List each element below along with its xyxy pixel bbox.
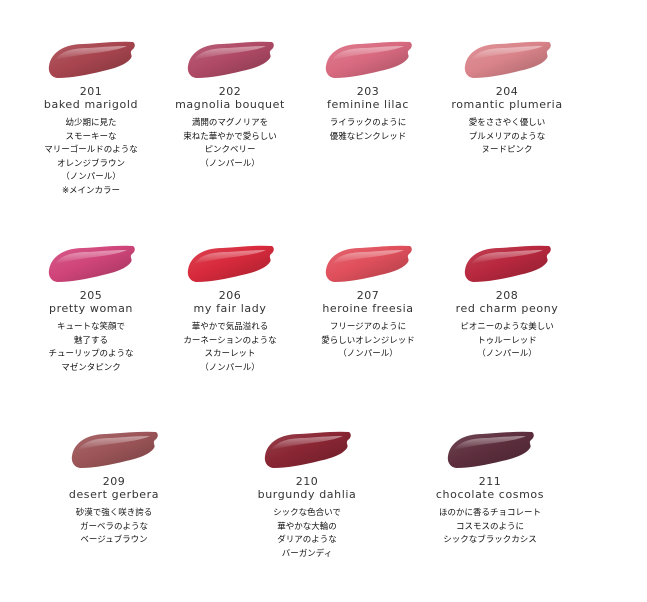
shade-name: feminine lilac [326, 98, 410, 111]
description-line: ヌードピンク [481, 145, 533, 155]
description-line: キュートな笑顔で [56, 322, 125, 332]
shade-code: 205 [79, 289, 103, 302]
shade-item-211: 211 chocolate cosmos ほのかに香るチョコレート コスモスのようにシ… [420, 428, 560, 548]
description-line: 優雅なピンクレッド [329, 131, 407, 142]
description-line: 幼少期に見た [65, 118, 117, 128]
shade-description: 愛をささやく優しい プルメリアのような ヌードピンク [437, 117, 577, 158]
description-line: カーネーションのような [183, 335, 277, 346]
description-line: ベージュブラウン [80, 535, 148, 545]
lip-swatch [464, 41, 551, 78]
shade-description: 幼少期に見た スモーキーなマリーゴールドのような オレンジブラウン （ノンパール） ※メ… [21, 117, 161, 198]
shade-code: 206 [218, 289, 242, 302]
description-line: 魅了する [73, 335, 108, 346]
description-line: 愛をささやく優しい [468, 118, 546, 128]
description-line: マリーゴールドのような [44, 145, 138, 155]
shade-name: burgundy dahlia [257, 488, 357, 501]
description-line: スモーキーな [65, 131, 117, 142]
shade-item-203: 203 feminine lilac ライラックのように 優雅なピンクレッド [298, 38, 438, 144]
shade-description: ライラックのように 優雅なピンクレッド [298, 117, 438, 144]
shade-item-204: 204 romantic plumeria 愛をささやく優しい プルメリアのような ヌー… [437, 38, 577, 158]
shade-description: ピオニーのような美しい トゥルーレッド （ノンパール） [437, 321, 577, 362]
description-line: （ノンパール） [61, 172, 121, 182]
lip-swatch [187, 245, 274, 282]
description-line: （ノンパール） [200, 158, 260, 169]
shade-item-206: 206 my fair lady 華やかで気品溢れる カーネーションのような スカーレッ… [160, 242, 300, 375]
shade-code: 208 [495, 289, 519, 302]
shade-code: 210 [295, 475, 319, 488]
description-line: 愛らしいオレンジレッド [321, 335, 415, 346]
shade-code: 211 [478, 475, 502, 488]
shade-item-205: 205 pretty woman キュートな笑顔で 魅了するチューリップのような マゼン… [21, 242, 161, 375]
description-line: （ノンパール） [200, 362, 260, 373]
description-line: チューリップのような [48, 349, 134, 359]
description-line: 華やかで気品溢れる [191, 322, 269, 332]
description-line: コスモスのように [455, 521, 524, 532]
description-line: 満開のマグノリアを [191, 118, 269, 128]
lip-swatch [464, 245, 551, 282]
description-line: ダリアのような [277, 535, 337, 545]
shade-name: my fair lady [193, 302, 267, 315]
shade-item-202: 202 magnolia bouquet 満開のマグノリアを 束ねた華やかで愛らしいピ… [160, 38, 300, 171]
description-line: スカーレット [204, 349, 256, 359]
description-line: マゼンタピンク [61, 362, 121, 373]
shade-description: 華やかで気品溢れる カーネーションのような スカーレット （ノンパール） [160, 321, 300, 375]
description-line: ピオニーのような美しい [460, 322, 554, 332]
lip-swatch [447, 431, 534, 468]
shade-item-210: 210 burgundy dahlia シックな色合いで 華やかな大輪の ダリアのような… [237, 428, 377, 561]
shade-name: desert gerbera [68, 488, 160, 501]
description-line: （ノンパール） [338, 349, 398, 359]
description-line: 華やかな大輪の [277, 521, 337, 532]
lip-swatch [264, 431, 351, 468]
shade-description: ほのかに香るチョコレート コスモスのようにシックなブラックカシス [420, 507, 560, 548]
shade-item-208: 208 red charm peony ピオニーのような美しい トゥルーレッド （ノンパ… [437, 242, 577, 362]
description-line: オレンジブラウン [56, 158, 125, 169]
shade-code: 203 [356, 85, 380, 98]
shade-name: magnolia bouquet [175, 98, 285, 111]
description-line: フリージアのように [329, 322, 407, 332]
lip-swatch [325, 245, 412, 282]
shade-code: 201 [79, 85, 103, 98]
lip-swatch [187, 41, 274, 78]
description-line: 束ねた華やかで愛らしい [183, 131, 277, 142]
description-line: ガーベラのような [79, 521, 148, 532]
description-line: ※メインカラー [61, 185, 121, 196]
lip-swatch [325, 41, 412, 78]
description-line: プルメリアのような [468, 131, 546, 142]
description-line: ほのかに香るチョコレート [438, 508, 541, 518]
shade-name: baked marigold [43, 98, 139, 111]
shade-description: 満開のマグノリアを 束ねた華やかで愛らしい ピンクベリー （ノンパール） [160, 117, 300, 171]
description-line: バーガンディ [281, 548, 333, 559]
shade-code: 202 [218, 85, 242, 98]
shade-code: 209 [102, 475, 126, 488]
shade-name: chocolate cosmos [435, 488, 545, 501]
shade-code: 204 [495, 85, 519, 98]
shade-code: 207 [356, 289, 380, 302]
description-line: シックなブラックカシス [443, 535, 537, 545]
shade-description: 砂漠で強く咲き誇る ガーベラのような ベージュブラウン [44, 507, 184, 548]
lip-swatch [48, 41, 135, 78]
description-line: シックな色合いで [273, 508, 341, 518]
shade-name: red charm peony [455, 302, 559, 315]
lip-swatch [48, 245, 135, 282]
shade-name: pretty woman [48, 302, 134, 315]
shade-description: フリージアのように 愛らしいオレンジレッド （ノンパール） [298, 321, 438, 362]
description-line: トゥルーレッド [477, 335, 537, 346]
lip-swatch [71, 431, 158, 468]
shade-name: romantic plumeria [451, 98, 563, 111]
shade-description: キュートな笑顔で 魅了するチューリップのような マゼンタピンク [21, 321, 161, 375]
shade-item-209: 209 desert gerbera 砂漠で強く咲き誇る ガーベラのような ベージュブラ… [44, 428, 184, 548]
shade-item-207: 207 heroine freesia フリージアのように 愛らしいオレンジレッド （ノ… [298, 242, 438, 362]
shade-name: heroine freesia [322, 302, 414, 315]
description-line: （ノンパール） [477, 349, 537, 359]
description-line: ライラックのように [329, 118, 407, 128]
description-line: 砂漠で強く咲き誇る [75, 508, 153, 518]
description-line: ピンクベリー [204, 145, 256, 155]
shade-item-201: 201 baked marigold 幼少期に見た スモーキーなマリーゴールドのような… [21, 38, 161, 198]
shade-description: シックな色合いで 華やかな大輪の ダリアのような バーガンディ [237, 507, 377, 561]
